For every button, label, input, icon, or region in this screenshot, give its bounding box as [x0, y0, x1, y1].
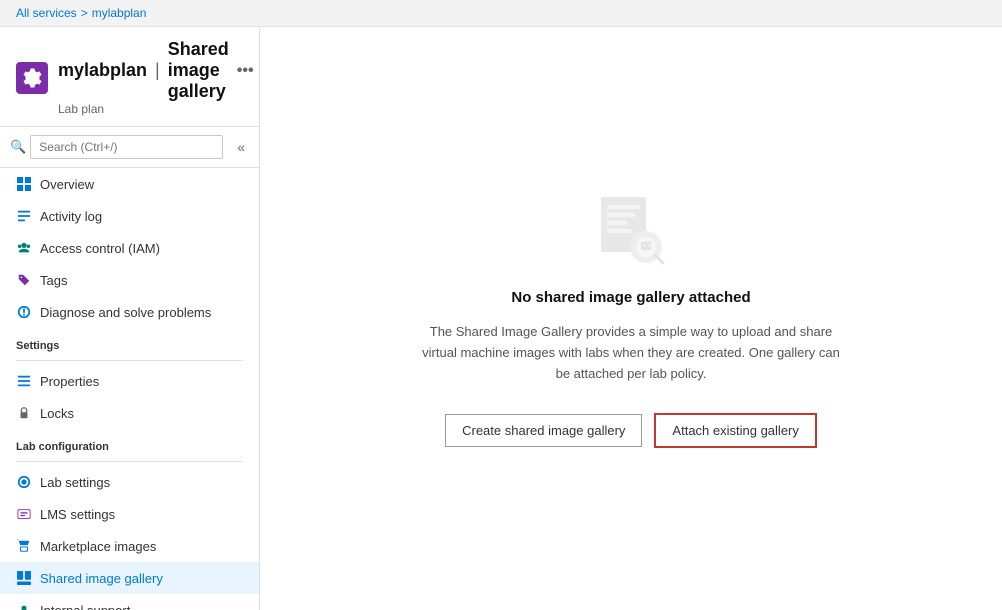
lab-settings-icon: [16, 474, 32, 490]
more-options-button[interactable]: •••: [237, 62, 254, 80]
empty-state-title: No shared image gallery attached: [511, 289, 750, 306]
section-settings: Settings: [0, 328, 259, 356]
nav-item-properties[interactable]: Properties: [0, 365, 259, 397]
shared-image-gallery-icon: [16, 570, 32, 586]
nav-label-lab-settings: Lab settings: [40, 475, 110, 490]
page-header-text: mylabplan | Shared image gallery ••• Lab…: [58, 39, 254, 116]
attach-gallery-button[interactable]: Attach existing gallery: [654, 413, 816, 448]
nav-label-diagnose: Diagnose and solve problems: [40, 305, 211, 320]
section-lab-config: Lab configuration: [0, 429, 259, 457]
resource-icon: [16, 62, 48, 94]
sidebar-search-area: 🔍 «: [0, 127, 259, 168]
nav-label-shared-image-gallery: Shared image gallery: [40, 571, 163, 586]
breadcrumb-current: mylabplan: [92, 6, 147, 20]
empty-state-description: The Shared Image Gallery provides a simp…: [421, 322, 841, 384]
action-buttons: Create shared image gallery Attach exist…: [445, 413, 817, 448]
properties-icon: [16, 373, 32, 389]
nav-item-diagnose[interactable]: Diagnose and solve problems: [0, 296, 259, 328]
marketplace-icon: [16, 538, 32, 554]
nav-item-access-control[interactable]: Access control (IAM): [0, 232, 259, 264]
lab-config-divider: [16, 461, 243, 462]
activity-log-icon: [16, 208, 32, 224]
empty-state-illustration: [591, 189, 671, 269]
settings-divider: [16, 360, 243, 361]
content-area: No shared image gallery attached The Sha…: [260, 27, 1002, 610]
nav-item-marketplace-images[interactable]: Marketplace images: [0, 530, 259, 562]
sidebar-nav: Overview Activity log Access control (IA…: [0, 168, 259, 610]
collapse-sidebar-button[interactable]: «: [233, 137, 249, 157]
breadcrumb-separator: >: [81, 6, 88, 20]
internal-support-icon: [16, 602, 32, 610]
page-header-title: mylabplan | Shared image gallery •••: [58, 39, 254, 102]
breadcrumb-all-services[interactable]: All services: [16, 6, 77, 20]
nav-label-tags: Tags: [40, 273, 67, 288]
nav-label-locks: Locks: [40, 406, 74, 421]
page-header: mylabplan | Shared image gallery ••• Lab…: [0, 27, 259, 127]
search-input[interactable]: [30, 135, 223, 159]
nav-label-properties: Properties: [40, 374, 99, 389]
nav-item-lms-settings[interactable]: LMS settings: [0, 498, 259, 530]
search-icon: 🔍: [10, 139, 26, 155]
nav-label-overview: Overview: [40, 177, 94, 192]
nav-item-activity-log[interactable]: Activity log: [0, 200, 259, 232]
diagnose-icon: [16, 304, 32, 320]
access-control-icon: [16, 240, 32, 256]
overview-icon: [16, 176, 32, 192]
nav-label-activity-log: Activity log: [40, 209, 102, 224]
nav-label-lms-settings: LMS settings: [40, 507, 115, 522]
nav-item-internal-support[interactable]: Internal support: [0, 594, 259, 610]
content-body: No shared image gallery attached The Sha…: [260, 27, 1002, 610]
nav-item-lab-settings[interactable]: Lab settings: [0, 466, 259, 498]
page-subtitle: Lab plan: [58, 102, 254, 116]
nav-label-internal-support: Internal support: [40, 603, 130, 610]
nav-item-overview[interactable]: Overview: [0, 168, 259, 200]
nav-label-marketplace-images: Marketplace images: [40, 539, 156, 554]
create-gallery-button[interactable]: Create shared image gallery: [445, 414, 642, 447]
nav-item-locks[interactable]: Locks: [0, 397, 259, 429]
nav-item-shared-image-gallery[interactable]: Shared image gallery: [0, 562, 259, 594]
nav-item-tags[interactable]: Tags: [0, 264, 259, 296]
tags-icon: [16, 272, 32, 288]
sidebar: mylabplan | Shared image gallery ••• Lab…: [0, 27, 260, 610]
lms-settings-icon: [16, 506, 32, 522]
breadcrumb: All services > mylabplan: [0, 0, 1002, 27]
locks-icon: [16, 405, 32, 421]
nav-label-access-control: Access control (IAM): [40, 241, 160, 256]
